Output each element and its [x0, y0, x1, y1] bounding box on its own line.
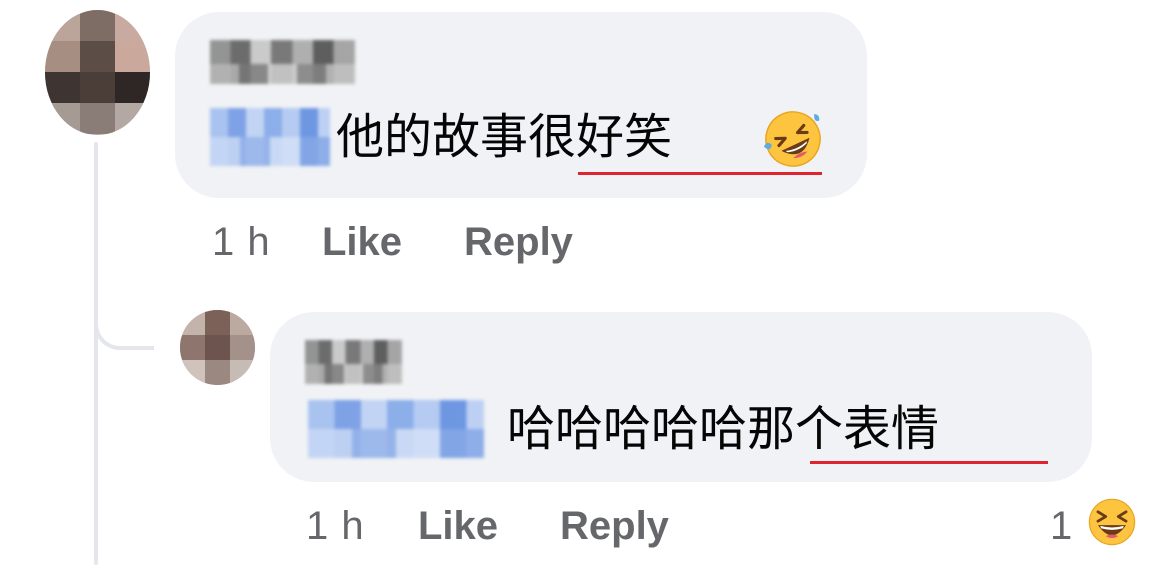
reply-button[interactable]: Reply: [464, 218, 573, 266]
red-underline-mark: [578, 172, 822, 175]
replier-avatar[interactable]: [180, 310, 255, 385]
like-button[interactable]: Like: [418, 502, 498, 550]
red-underline-mark: [810, 461, 1048, 464]
commenter-avatar[interactable]: [45, 10, 150, 135]
commenter-name-redacted[interactable]: [210, 40, 355, 84]
rolling-on-floor-laughing-icon: [763, 111, 821, 167]
thread-line: [94, 142, 98, 565]
laughing-face-icon[interactable]: [1087, 497, 1137, 547]
comment-timestamp: 1 h: [212, 220, 271, 264]
like-button[interactable]: Like: [322, 218, 402, 266]
reply-timestamp: 1 h: [306, 504, 365, 548]
replier-name-redacted[interactable]: [305, 340, 402, 384]
reply-text: 哈哈哈哈哈那个表情: [507, 401, 940, 457]
comment-text: 他的故事很好笑: [336, 109, 673, 165]
thread-reply-connector: [94, 290, 154, 350]
reply-button[interactable]: Reply: [560, 502, 669, 550]
reaction-count[interactable]: 1: [1050, 502, 1072, 550]
mention-tag-redacted[interactable]: [308, 400, 484, 458]
mention-tag-redacted[interactable]: [210, 108, 330, 166]
